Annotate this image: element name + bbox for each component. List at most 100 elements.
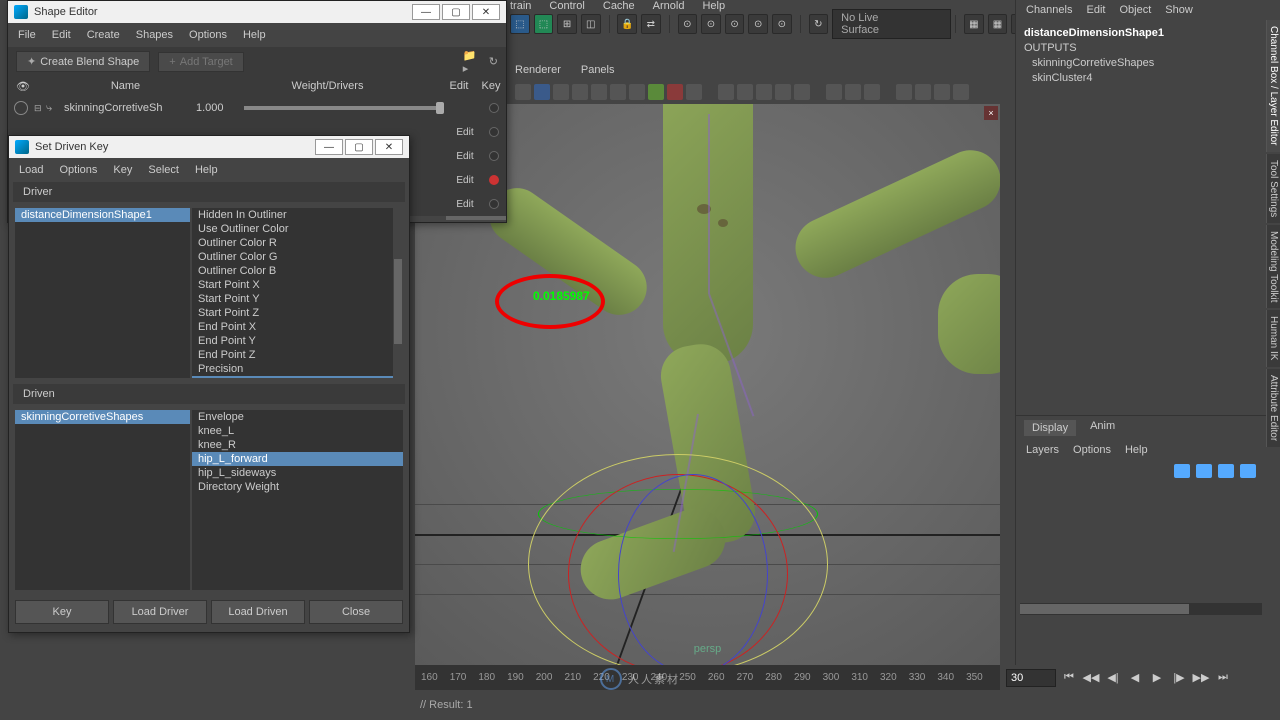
menu-item-cache[interactable]: Cache <box>603 0 635 12</box>
driver-attr-item[interactable]: Hidden In Outliner <box>192 208 403 222</box>
scrollbar-v[interactable] <box>393 208 403 378</box>
menu-item-arnold[interactable]: Arnold <box>653 0 685 12</box>
channel-box-body[interactable]: distanceDimensionShape1 OUTPUTS skinning… <box>1016 20 1280 92</box>
render-icon[interactable]: ▦ <box>964 14 984 34</box>
vp-tool-icon[interactable] <box>591 84 607 100</box>
vp-tool-icon[interactable] <box>794 84 810 100</box>
sdk-menu-load[interactable]: Load <box>19 164 43 176</box>
vp-tool-icon[interactable] <box>737 84 753 100</box>
driver-attr-item[interactable]: Outliner Color B <box>192 264 403 278</box>
add-target-button[interactable]: +Add Target <box>158 52 243 72</box>
magnet-icon[interactable]: ⊙ <box>772 14 792 34</box>
se-menu-options[interactable]: Options <box>189 29 227 41</box>
layer-scrollbar-h[interactable] <box>1020 603 1262 615</box>
close-button[interactable]: Close <box>309 600 403 624</box>
row-edit[interactable]: Edit <box>448 175 482 186</box>
driver-attr-item[interactable]: Start Point X <box>192 278 403 292</box>
driver-attr-item[interactable]: Outliner Color R <box>192 236 403 250</box>
cb-output-node[interactable]: skinCluster4 <box>1024 71 1272 86</box>
maximize-icon[interactable]: ▢ <box>345 139 373 155</box>
layer-add-icon[interactable] <box>1196 464 1212 478</box>
maximize-icon[interactable]: ▢ <box>442 4 470 20</box>
vp-tool-icon[interactable] <box>629 84 645 100</box>
driver-attr-item[interactable]: Precision <box>192 362 403 376</box>
sdk-menu-help[interactable]: Help <box>195 164 218 176</box>
layer-menu-options[interactable]: Options <box>1073 444 1111 456</box>
layer-tab-anim[interactable]: Anim <box>1090 420 1115 436</box>
sdk-titlebar[interactable]: Set Driven Key — ▢ ✕ <box>9 136 409 158</box>
vp-tool-icon[interactable] <box>572 84 588 100</box>
driver-attr-list[interactable]: Hidden In OutlinerUse Outliner ColorOutl… <box>192 208 403 378</box>
vp-tool-icon[interactable] <box>896 84 912 100</box>
layer-menu-help[interactable]: Help <box>1125 444 1148 456</box>
row-edit[interactable]: Edit <box>448 151 482 162</box>
layer-add-icon[interactable] <box>1174 464 1190 478</box>
shape-editor-titlebar[interactable]: Shape Editor — ▢ ✕ <box>8 1 506 23</box>
vp-tool-icon[interactable] <box>515 84 531 100</box>
key-forward-icon[interactable]: |▶ <box>1170 670 1188 686</box>
no-live-surface[interactable]: No Live Surface <box>832 9 951 39</box>
key-indicator[interactable] <box>489 151 499 161</box>
vp-tool-icon[interactable] <box>667 84 683 100</box>
panel-menu-renderer[interactable]: Renderer <box>515 64 561 76</box>
folder-icon[interactable]: 📁▸ <box>463 54 481 70</box>
key-button[interactable]: Key <box>15 600 109 624</box>
close-icon[interactable]: ✕ <box>375 139 403 155</box>
driven-attr-item[interactable]: hip_L_sideways <box>192 466 403 480</box>
menu-item-control[interactable]: Control <box>549 0 584 12</box>
sdk-menu-key[interactable]: Key <box>113 164 132 176</box>
vp-tool-icon[interactable] <box>610 84 626 100</box>
driver-attr-item[interactable]: Start Point Z <box>192 306 403 320</box>
vp-tool-icon[interactable] <box>775 84 791 100</box>
driven-attr-list[interactable]: Envelopeknee_Lknee_Rhip_L_forwardhip_L_s… <box>192 410 403 590</box>
se-menu-help[interactable]: Help <box>243 29 266 41</box>
driven-attr-item[interactable]: Envelope <box>192 410 403 424</box>
vp-tool-icon[interactable] <box>864 84 880 100</box>
render-icon[interactable]: ▦ <box>988 14 1008 34</box>
driver-attr-item[interactable]: Outliner Color G <box>192 250 403 264</box>
layer-tab-display[interactable]: Display <box>1024 420 1076 436</box>
visibility-column[interactable]: 👁 <box>8 80 38 93</box>
step-back-icon[interactable]: ◀◀ <box>1082 670 1100 686</box>
menu-item-help[interactable]: Help <box>702 0 725 12</box>
cb-node-name[interactable]: distanceDimensionShape1 <box>1024 26 1272 41</box>
minimize-icon[interactable]: — <box>315 139 343 155</box>
vp-tool-icon[interactable] <box>953 84 969 100</box>
driven-object-list[interactable]: skinningCorretiveShapes <box>15 410 190 590</box>
load-driven-button[interactable]: Load Driven <box>211 600 305 624</box>
magnet-icon[interactable]: ⊙ <box>701 14 721 34</box>
current-frame-field[interactable] <box>1006 669 1056 687</box>
key-indicator[interactable] <box>489 199 499 209</box>
driven-attr-item[interactable]: Directory Weight <box>192 480 403 494</box>
blend-shape-row[interactable]: ⊟ ⤷ skinningCorretiveSh 1.000 <box>8 96 506 120</box>
magnet-icon[interactable]: ⊙ <box>748 14 768 34</box>
driver-attr-item[interactable]: Distance <box>192 376 403 378</box>
tab-modeling-toolkit[interactable]: Modeling Toolkit <box>1266 225 1280 309</box>
key-indicator[interactable] <box>489 127 499 137</box>
go-start-icon[interactable]: ⏮ <box>1060 670 1078 686</box>
layer-add-icon[interactable] <box>1218 464 1234 478</box>
vp-tool-icon[interactable] <box>534 84 550 100</box>
cb-menu-channels[interactable]: Channels <box>1026 4 1072 16</box>
time-slider[interactable]: 160 170 180 190 200 210 220 230 240 250 … <box>415 665 1000 690</box>
tab-attribute-editor[interactable]: Attribute Editor <box>1266 369 1280 447</box>
layer-add-icon[interactable] <box>1240 464 1256 478</box>
driver-attr-item[interactable]: Use Outliner Color <box>192 222 403 236</box>
cb-output-node[interactable]: skinningCorretiveShapes <box>1024 56 1272 71</box>
vp-tool-icon[interactable] <box>826 84 842 100</box>
cb-menu-edit[interactable]: Edit <box>1086 4 1105 16</box>
driven-object[interactable]: skinningCorretiveShapes <box>15 410 190 424</box>
driven-attr-item[interactable]: hip_L_forward <box>192 452 403 466</box>
shelf-icon[interactable]: ⇄ <box>641 14 661 34</box>
viewport-close-icon[interactable]: × <box>984 106 998 120</box>
go-end-icon[interactable]: ⏭ <box>1214 670 1232 686</box>
driver-attr-item[interactable]: Start Point Y <box>192 292 403 306</box>
key-back-icon[interactable]: ◀| <box>1104 670 1122 686</box>
sdk-menu-options[interactable]: Options <box>59 164 97 176</box>
close-icon[interactable]: ✕ <box>472 4 500 20</box>
load-driver-button[interactable]: Load Driver <box>113 600 207 624</box>
driver-attr-item[interactable]: End Point X <box>192 320 403 334</box>
layer-menu-layers[interactable]: Layers <box>1026 444 1059 456</box>
tab-channel-box[interactable]: Channel Box / Layer Editor <box>1266 20 1280 152</box>
shelf-icon[interactable]: ◫ <box>581 14 601 34</box>
